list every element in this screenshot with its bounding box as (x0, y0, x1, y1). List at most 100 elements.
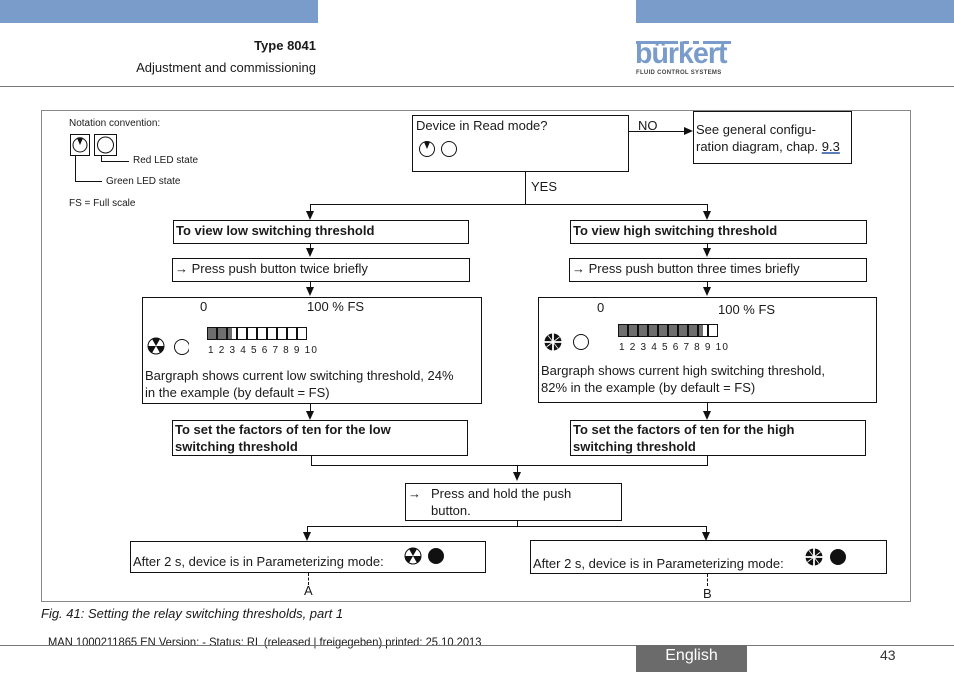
high-scale-zero: 0 (597, 300, 605, 315)
bargraph-segment (237, 327, 247, 340)
arrow-down-icon (306, 411, 314, 420)
led-pair-icon (419, 141, 457, 157)
arrow-right-icon (684, 127, 693, 135)
see-general-line2: ration diagram, chap. (696, 139, 822, 154)
bargraph-segment (688, 324, 698, 337)
header-accent-bar-left (0, 0, 318, 23)
bargraph-segment (287, 327, 297, 340)
low-description-line1: Bargraph shows current low switching thr… (145, 368, 454, 383)
low-scale-zero: 0 (200, 299, 208, 314)
param-mode-text-a: After 2 s, device is in Parameterizing m… (133, 554, 384, 569)
language-badge: English (636, 645, 747, 672)
press-hold-line2: button. (431, 503, 471, 518)
high-bargraph (618, 324, 718, 337)
decision-read-mode: Device in Read mode? (412, 115, 629, 172)
press-twice-box: → Press push button twice briefly (172, 258, 470, 282)
connector-line (310, 244, 311, 250)
footer-divider (0, 645, 954, 646)
low-factors-line1: To set the factors of ten for the low (175, 422, 391, 437)
section-title: Adjustment and commissioning (136, 60, 316, 75)
green-led-label: Green LED state (106, 176, 181, 187)
bargraph-segment (618, 324, 628, 337)
arrow-down-icon (703, 411, 711, 420)
arrow-glyph: → (572, 261, 585, 276)
chapter-link[interactable]: 9.3 (822, 139, 840, 154)
connector-line (307, 526, 707, 527)
bargraph-segment (227, 327, 237, 340)
callout-line (101, 161, 129, 162)
bargraph-segment (207, 327, 217, 340)
low-bar-numbers: 1 2 3 4 5 6 7 8 9 10 (208, 345, 319, 356)
press-hold-box: → Press and hold the push button. (405, 483, 622, 521)
high-factors-box: To set the factors of ten for the high s… (570, 420, 866, 456)
bargraph-segment (648, 324, 658, 337)
bargraph-segment (628, 324, 638, 337)
decision-text: Device in Read mode? (416, 118, 548, 133)
param-led-pair-b-icon (805, 548, 846, 566)
high-bar-numbers: 1 2 3 4 5 6 7 8 9 10 (619, 342, 730, 353)
low-led-pair-icon (147, 337, 189, 355)
product-type: Type 8041 (254, 38, 316, 53)
high-description-line1: Bargraph shows current high switching th… (541, 363, 825, 378)
bargraph-segment (708, 324, 718, 337)
arrow-glyph: → (408, 486, 421, 501)
connector-line (629, 131, 685, 132)
param-led-pair-a-icon (404, 547, 444, 565)
see-general-line2-wrap: ration diagram, chap. 9.3 (696, 138, 851, 155)
high-description: Bargraph shows current high switching th… (541, 362, 825, 396)
low-bargraph-box: 0 100 % FS 1 2 3 4 5 6 7 8 9 10 Bargraph… (142, 297, 482, 404)
notation-title: Notation convention: (69, 118, 161, 129)
callout-line (75, 181, 102, 182)
green-led-blinking-icon (72, 137, 88, 153)
connector-line (525, 172, 526, 205)
header-divider (0, 86, 954, 87)
arrow-down-icon (703, 211, 711, 220)
arrow-down-icon (303, 532, 311, 541)
connector-line (311, 465, 708, 466)
header-accent-bar-right (636, 0, 954, 23)
bargraph-segment (267, 327, 277, 340)
high-bargraph-box: 0 100 % FS 1 2 3 4 5 6 7 8 9 10 Bargraph… (538, 297, 877, 403)
high-description-line2: 82% in the example (by default = FS) (541, 380, 756, 395)
yes-label: YES (531, 179, 558, 194)
low-description-line2: in the example (by default = FS) (145, 385, 330, 400)
burkert-logo: bürkert FLUID CONTROL SYSTEMS (635, 37, 732, 77)
arrow-down-icon (306, 287, 314, 296)
view-high-threshold-box: To view high switching threshold (570, 220, 867, 244)
view-low-threshold-box: To view low switching threshold (173, 220, 469, 244)
connector-line (707, 456, 708, 465)
bargraph-segment (277, 327, 287, 340)
bargraph-segment (668, 324, 678, 337)
callout-line (75, 156, 76, 182)
low-factors-line2: switching threshold (175, 439, 298, 454)
bargraph-segment (217, 327, 227, 340)
high-factors-line1: To set the factors of ten for the high (573, 422, 795, 437)
red-led-off-icon (97, 136, 114, 154)
bargraph-segment (658, 324, 668, 337)
document-info: MAN 1000211865 EN Version: - Status: RL … (48, 635, 482, 649)
param-mode-box-a: After 2 s, device is in Parameterizing m… (130, 541, 486, 573)
press-three-times-box: → Press push button three times briefly (569, 258, 867, 282)
notation-green-led-box (70, 134, 90, 156)
bargraph-segment (698, 324, 708, 337)
high-led-pair-icon (544, 333, 589, 351)
connector-line (311, 456, 312, 465)
notation-red-led-box (94, 134, 117, 156)
low-factors-box: To set the factors of ten for the low sw… (172, 420, 468, 456)
dashed-connector (707, 574, 708, 586)
view-low-title: To view low switching threshold (176, 223, 375, 238)
bargraph-segment (247, 327, 257, 340)
press-hold-line1: Press and hold the push (431, 486, 572, 501)
bargraph-segment (257, 327, 267, 340)
figure-caption: Fig. 41: Setting the relay switching thr… (41, 606, 344, 621)
connector-line (310, 204, 708, 205)
page-number: 43 (880, 647, 896, 663)
arrow-down-icon (703, 248, 711, 257)
arrow-down-icon (306, 211, 314, 220)
connector-a: A (304, 583, 313, 598)
arrow-glyph: → (175, 261, 188, 276)
high-factors-line2: switching threshold (573, 439, 696, 454)
logo-wordmark: bürkert (635, 37, 727, 70)
view-high-title: To view high switching threshold (573, 223, 778, 238)
press-twice-text: Press push button twice briefly (191, 261, 368, 276)
